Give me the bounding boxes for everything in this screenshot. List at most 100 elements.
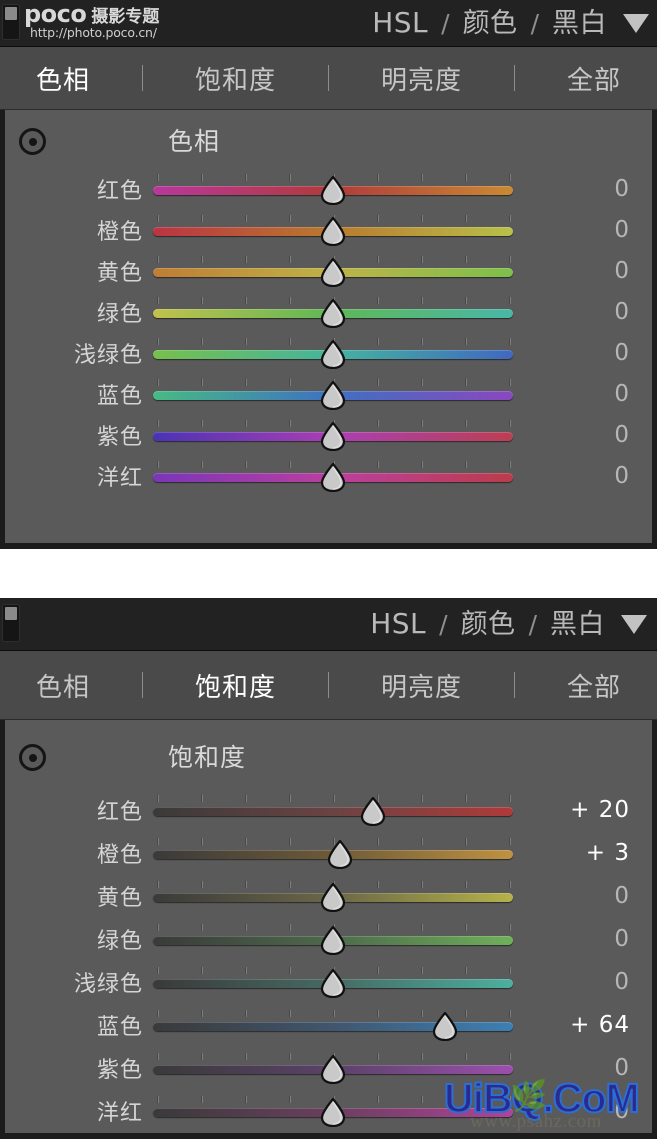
slider-handle[interactable]	[320, 882, 346, 912]
tick-mark	[421, 378, 423, 386]
slider-绿色[interactable]	[153, 923, 513, 955]
slider-洋红[interactable]	[153, 1095, 513, 1127]
tick-mark	[465, 419, 467, 427]
slider-handle[interactable]	[320, 421, 346, 451]
slider-track[interactable]	[153, 1021, 513, 1031]
slider-value[interactable]: 0	[513, 883, 652, 909]
slider-handle[interactable]	[320, 257, 346, 287]
chevron-down-icon[interactable]	[621, 614, 647, 634]
slider-红色[interactable]	[153, 173, 513, 205]
slider-蓝色[interactable]	[153, 378, 513, 410]
slider-row: 黄色 0	[5, 874, 652, 917]
slider-row: 洋红 0	[5, 455, 652, 496]
tick-mark	[465, 880, 467, 888]
slider-value[interactable]: 0	[513, 340, 652, 366]
slider-handle[interactable]	[327, 839, 353, 869]
tick-mark	[421, 1052, 423, 1060]
tab-luminance[interactable]: 明亮度	[381, 60, 462, 97]
tick-mark	[245, 255, 247, 263]
tab-divider	[327, 672, 329, 698]
tab-all[interactable]: 全部	[567, 60, 621, 97]
slider-handle[interactable]	[320, 1097, 346, 1127]
tick-mark	[465, 214, 467, 222]
mode-blackwhite[interactable]: 黑白	[550, 611, 605, 638]
tick-mark	[465, 296, 467, 304]
slider-handle[interactable]	[320, 298, 346, 328]
slider-value[interactable]: 0	[513, 176, 652, 202]
tick-mark	[201, 460, 203, 468]
mode-blackwhite[interactable]: 黑白	[552, 10, 607, 37]
tick-mark	[509, 460, 511, 468]
slider-浅绿色[interactable]	[153, 966, 513, 998]
tab-luminance[interactable]: 明亮度	[381, 667, 462, 704]
tab-hue[interactable]: 色相	[36, 60, 90, 97]
slider-紫色[interactable]	[153, 1052, 513, 1084]
slider-handle[interactable]	[320, 175, 346, 205]
target-adjust-icon[interactable]	[19, 744, 46, 771]
tick-mark	[509, 255, 511, 263]
slider-value[interactable]: + 3	[513, 840, 652, 866]
chevron-down-icon[interactable]	[623, 13, 649, 33]
slider-黄色[interactable]	[153, 255, 513, 287]
slider-value[interactable]: 0	[513, 463, 652, 489]
slider-handle[interactable]	[320, 968, 346, 998]
tick-mark	[377, 1052, 379, 1060]
slider-value[interactable]: + 20	[513, 797, 652, 823]
slider-handle[interactable]	[320, 380, 346, 410]
slider-row: 紫色 0	[5, 1046, 652, 1089]
tick-mark	[289, 794, 291, 802]
slider-handle[interactable]	[320, 216, 346, 246]
slider-handle[interactable]	[320, 339, 346, 369]
slider-蓝色[interactable]	[153, 1009, 513, 1041]
slider-value[interactable]: 0	[513, 1098, 652, 1124]
window-box-icon	[2, 604, 20, 642]
tick-mark	[421, 337, 423, 345]
tick-mark	[421, 1009, 423, 1017]
tab-all[interactable]: 全部	[567, 667, 621, 704]
tick-mark	[245, 173, 247, 181]
tick-mark	[509, 794, 511, 802]
tick-mark	[465, 460, 467, 468]
slider-value[interactable]: + 64	[513, 1012, 652, 1038]
slider-value[interactable]: 0	[513, 422, 652, 448]
slider-value[interactable]: 0	[513, 969, 652, 995]
slider-handle[interactable]	[320, 462, 346, 492]
mode-color[interactable]: 颜色	[461, 611, 516, 638]
slider-value[interactable]: 0	[513, 258, 652, 284]
tick-mark	[157, 419, 159, 427]
panel-titlebar: HSL / 颜色 / 黑白	[0, 598, 657, 651]
slider-row: 蓝色 + 64	[5, 1003, 652, 1046]
slider-handle[interactable]	[360, 796, 386, 826]
tick-mark	[201, 214, 203, 222]
slider-handle[interactable]	[320, 1054, 346, 1084]
slider-handle[interactable]	[320, 925, 346, 955]
slider-handle[interactable]	[432, 1011, 458, 1041]
slider-橙色[interactable]	[153, 214, 513, 246]
tab-saturation[interactable]: 饱和度	[195, 60, 276, 97]
section-title-hue: 色相	[168, 127, 221, 156]
slider-红色[interactable]	[153, 794, 513, 826]
slider-ticks	[153, 794, 513, 803]
slider-value[interactable]: 0	[513, 926, 652, 952]
tick-mark	[509, 296, 511, 304]
slider-value[interactable]: 0	[513, 217, 652, 243]
slider-label: 蓝色	[96, 383, 143, 409]
slider-value[interactable]: 0	[513, 381, 652, 407]
target-adjust-icon[interactable]	[19, 128, 46, 155]
tick-mark	[157, 1095, 159, 1103]
slider-track[interactable]	[153, 806, 513, 816]
slider-浅绿色[interactable]	[153, 337, 513, 369]
mode-hsl[interactable]: HSL	[372, 9, 428, 37]
slider-value[interactable]: 0	[513, 1055, 652, 1081]
tab-hue[interactable]: 色相	[36, 667, 90, 704]
slider-绿色[interactable]	[153, 296, 513, 328]
mode-hsl[interactable]: HSL	[370, 610, 426, 638]
tab-saturation[interactable]: 饱和度	[195, 667, 276, 704]
slider-紫色[interactable]	[153, 419, 513, 451]
slider-value[interactable]: 0	[513, 299, 652, 325]
slider-洋红[interactable]	[153, 460, 513, 492]
slider-黄色[interactable]	[153, 880, 513, 912]
mode-color[interactable]: 颜色	[463, 10, 518, 37]
tick-mark	[201, 1009, 203, 1017]
slider-橙色[interactable]	[153, 837, 513, 869]
